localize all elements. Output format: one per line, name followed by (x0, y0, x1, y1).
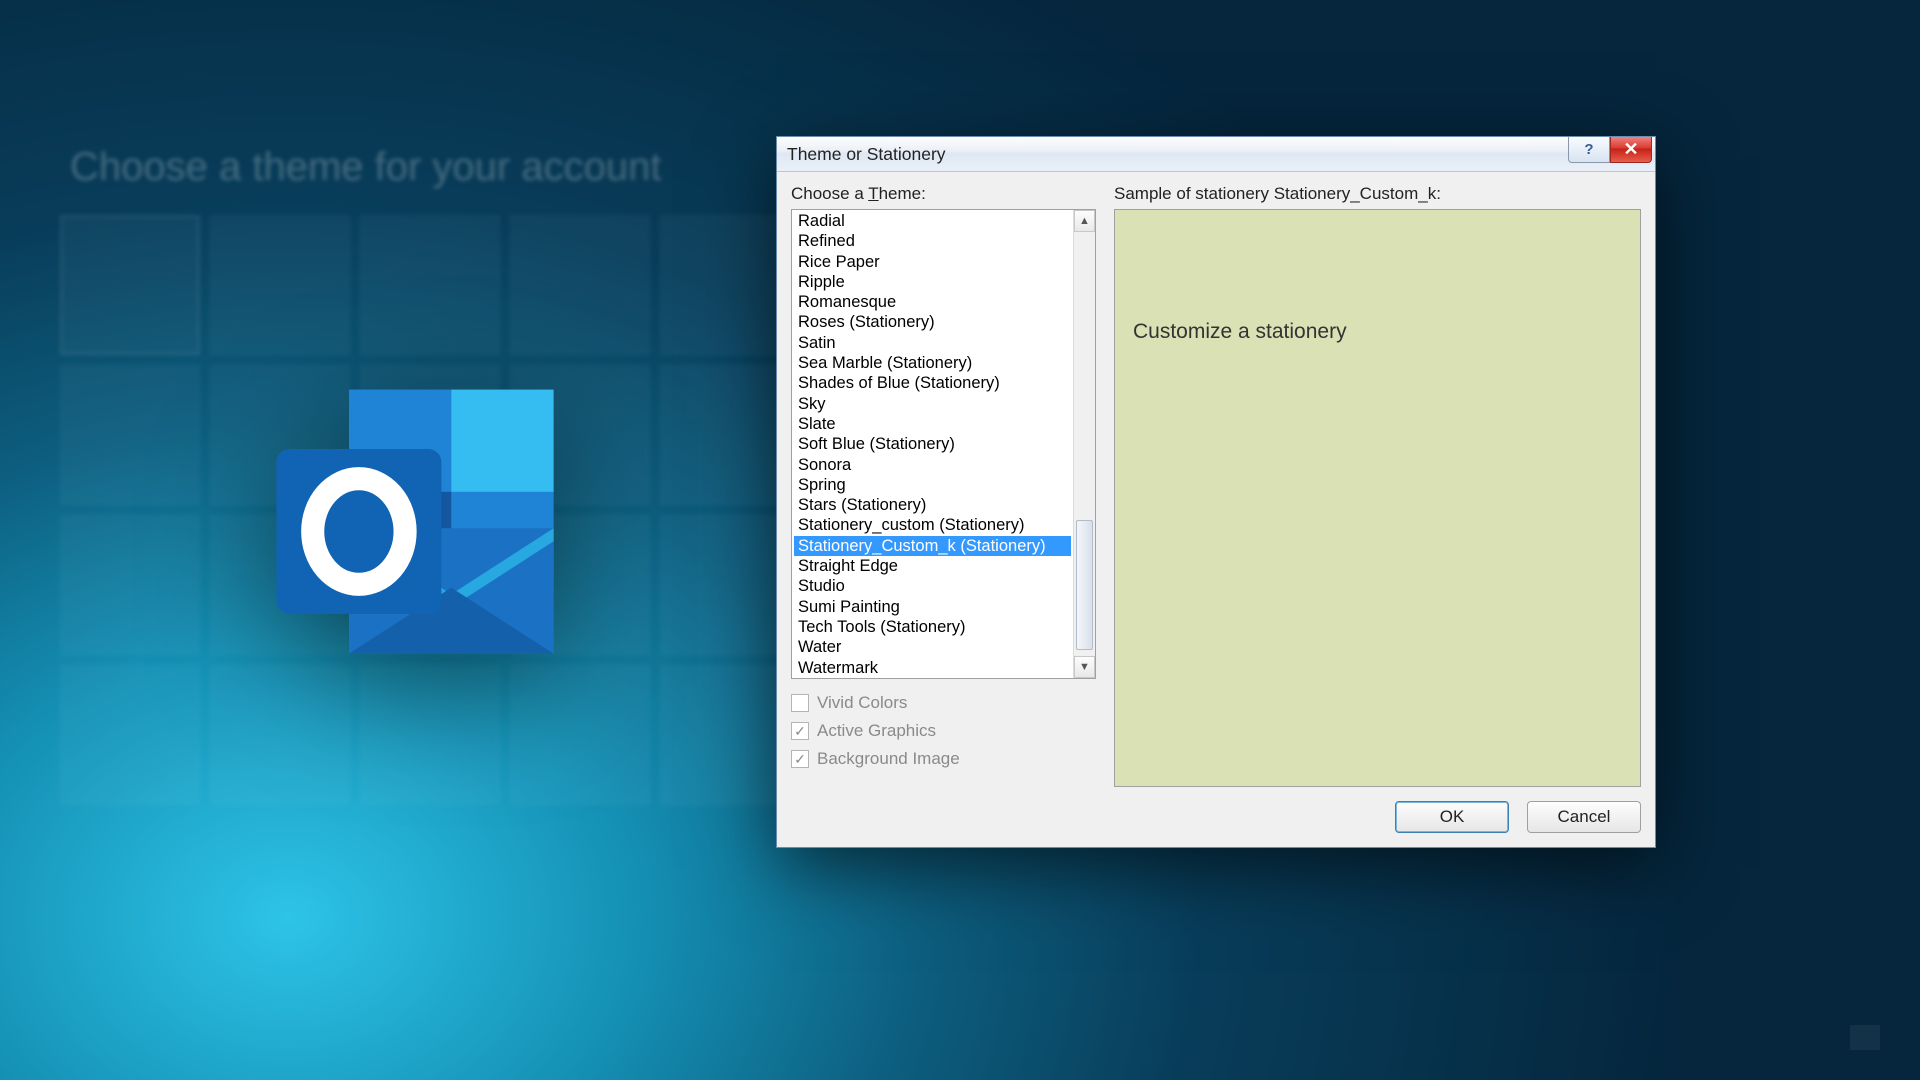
theme-item[interactable]: Stationery_Custom_k (Stationery) (794, 536, 1071, 556)
theme-item[interactable]: Radial (794, 211, 1071, 231)
preview-text: Customize a stationery (1133, 320, 1622, 344)
ok-button[interactable]: OK (1395, 801, 1509, 833)
choose-theme-label: Choose a Theme: (791, 184, 1096, 204)
theme-item[interactable]: Stars (Stationery) (794, 495, 1071, 515)
theme-item[interactable]: Sea Marble (Stationery) (794, 353, 1071, 373)
theme-item[interactable]: Sumi Painting (794, 597, 1071, 617)
listbox-scrollbar[interactable]: ▲ ▼ (1073, 210, 1095, 678)
theme-item[interactable]: Slate (794, 414, 1071, 434)
help-button[interactable]: ? (1568, 137, 1610, 163)
close-button[interactable]: ✕ (1610, 137, 1652, 163)
theme-item[interactable]: Studio (794, 576, 1071, 596)
theme-item[interactable]: Soft Blue (Stationery) (794, 434, 1071, 454)
theme-item[interactable]: Spring (794, 475, 1071, 495)
checkbox-label: Background Image (817, 749, 960, 769)
theme-item[interactable]: Sonora (794, 455, 1071, 475)
theme-item[interactable]: Roses (Stationery) (794, 312, 1071, 332)
scroll-down-button[interactable]: ▼ (1074, 656, 1095, 678)
theme-item[interactable]: Ripple (794, 272, 1071, 292)
sample-label: Sample of stationery Stationery_Custom_k… (1114, 184, 1641, 204)
theme-item[interactable]: Tech Tools (Stationery) (794, 617, 1071, 637)
theme-item[interactable]: Satin (794, 333, 1071, 353)
checkbox-icon: ✓ (791, 750, 809, 768)
vivid-colors-checkbox[interactable]: Vivid Colors (791, 693, 1096, 713)
checkbox-icon (791, 694, 809, 712)
background-image-checkbox[interactable]: ✓ Background Image (791, 749, 1096, 769)
checkbox-icon: ✓ (791, 722, 809, 740)
theme-stationery-dialog: Theme or Stationery ? ✕ Choose a Theme: … (776, 136, 1656, 848)
background-title: Choose a theme for your account (70, 145, 661, 190)
playback-indicator-icon (1850, 1025, 1880, 1050)
theme-item[interactable]: Romanesque (794, 292, 1071, 312)
checkbox-label: Vivid Colors (817, 693, 907, 713)
stationery-preview: Customize a stationery (1114, 209, 1641, 787)
scroll-thumb[interactable] (1076, 520, 1093, 650)
dialog-title: Theme or Stationery (787, 144, 946, 165)
cancel-button[interactable]: Cancel (1527, 801, 1641, 833)
outlook-logo-icon (250, 350, 580, 680)
checkbox-label: Active Graphics (817, 721, 936, 741)
theme-listbox[interactable]: RadialRefinedRice PaperRippleRomanesqueR… (791, 209, 1096, 679)
theme-item[interactable]: Water (794, 637, 1071, 657)
theme-item[interactable]: Sky (794, 394, 1071, 414)
theme-item[interactable]: Watermark (794, 658, 1071, 678)
theme-item[interactable]: Rice Paper (794, 252, 1071, 272)
theme-item[interactable]: Shades of Blue (Stationery) (794, 373, 1071, 393)
scroll-up-button[interactable]: ▲ (1074, 210, 1095, 232)
active-graphics-checkbox[interactable]: ✓ Active Graphics (791, 721, 1096, 741)
theme-item[interactable]: Stationery_custom (Stationery) (794, 515, 1071, 535)
dialog-titlebar[interactable]: Theme or Stationery ? ✕ (777, 137, 1655, 172)
theme-item[interactable]: Straight Edge (794, 556, 1071, 576)
theme-item[interactable]: Refined (794, 231, 1071, 251)
